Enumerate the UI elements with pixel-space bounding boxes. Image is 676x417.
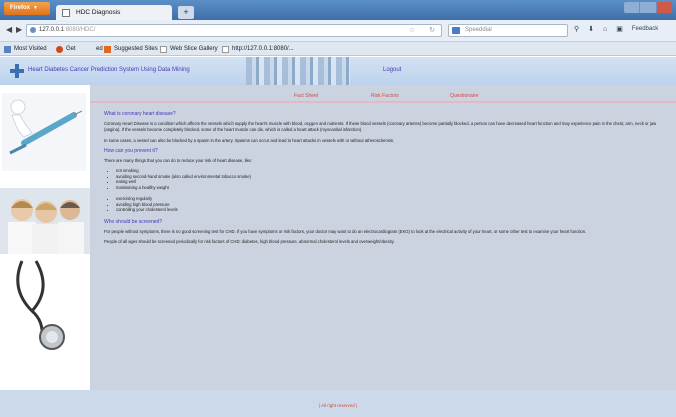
search-icon[interactable]: ⚲ <box>574 25 579 33</box>
window-controls <box>624 2 672 13</box>
content-nav: Fact Sheet Risk Factors Questionaire <box>90 89 676 101</box>
search-placeholder: Speeddial <box>465 27 492 33</box>
site-header: Heart Diabetes Cancer Prediction System … <box>0 57 676 85</box>
bookmark-icon <box>222 45 229 53</box>
toolbar-icons: ⚲ ⬇ ⌂ ▣ Feedback <box>574 25 658 34</box>
bookmark-partial[interactable]: ed <box>96 42 103 56</box>
paragraph: In some cases, a vessel can also be bloc… <box>104 137 395 143</box>
section-heading: What is coronary heart disease? <box>104 111 176 117</box>
stethoscope-image <box>2 259 86 351</box>
bookmark-icon <box>160 45 167 53</box>
nav-divider <box>90 101 676 103</box>
browser-titlebar: Firefox ▼ HDC Diagnosis + <box>0 0 676 20</box>
new-tab-button[interactable]: + <box>178 6 194 19</box>
doctor-syringe-image <box>2 93 86 171</box>
web-page: Heart Diabetes Cancer Prediction System … <box>0 57 676 417</box>
navigation-toolbar: ◀ ▶ 127.0.0.1:8080/HDC/ ☆ ↻ Speeddial ⚲ … <box>0 20 676 42</box>
site-identity-icon[interactable] <box>30 27 36 33</box>
bookmark-star-icon[interactable]: ☆ <box>409 25 415 36</box>
doctors-photo-image <box>0 188 90 254</box>
tab-title: HDC Diagnosis <box>76 9 121 16</box>
sidebar-images <box>0 85 90 390</box>
feedback-button[interactable]: Feedback <box>632 26 658 32</box>
search-engine-icon[interactable] <box>452 27 460 34</box>
firefox-menu-button[interactable]: Firefox ▼ <box>4 2 50 15</box>
url-host: 127.0.0.1 <box>39 27 65 33</box>
bookmark-suggested-sites[interactable]: Suggested Sites <box>104 42 158 56</box>
close-window-button[interactable] <box>656 2 672 13</box>
prevention-list: not smoking avoiding second-hand smoke (… <box>116 168 666 213</box>
bookmarks-toolbar: Most Visited Get ed Suggested Sites Web … <box>0 42 676 56</box>
bookmark-web-slice-gallery[interactable]: Web Slice Gallery <box>160 42 218 56</box>
paragraph: People of all ages should be screened pe… <box>104 239 395 245</box>
list-item: controlling your cholesterol levels <box>116 207 666 213</box>
bookmark-icon <box>104 45 111 53</box>
search-bar[interactable]: Speeddial <box>448 24 568 37</box>
download-icon[interactable]: ⬇ <box>588 25 594 33</box>
bookmark-icon <box>4 45 11 53</box>
header-banner-image <box>246 57 350 85</box>
menu-icon[interactable]: ▣ <box>616 25 623 33</box>
tab-risk-factors[interactable]: Risk Factors <box>371 93 399 99</box>
back-arrow-icon[interactable]: ◀ <box>6 25 12 34</box>
refresh-icon[interactable]: ↻ <box>429 25 435 36</box>
medical-cross-icon <box>10 64 24 78</box>
tab-questionaire[interactable]: Questionaire <box>450 93 478 99</box>
url-bar[interactable]: 127.0.0.1:8080/HDC/ ☆ ↻ <box>26 24 442 37</box>
main-content: Fact Sheet Risk Factors Questionaire Wha… <box>90 85 676 390</box>
bookmark-get[interactable]: Get <box>56 42 76 56</box>
paragraph: Coronary Heart Disease is a condition wh… <box>104 121 657 133</box>
chevron-down-icon: ▼ <box>33 5 38 11</box>
site-footer: | All right reserved | <box>0 390 676 417</box>
maximize-button[interactable] <box>640 2 657 13</box>
section-heading: Who should be screened? <box>104 218 163 225</box>
bookmark-most-visited[interactable]: Most Visited <box>4 42 47 56</box>
page-favicon-icon <box>62 9 70 17</box>
section-heading: How can you prevent it? <box>104 147 158 154</box>
forward-arrow-icon[interactable]: ▶ <box>16 25 22 34</box>
paragraph: There are many things that you can do to… <box>104 158 253 164</box>
minimize-button[interactable] <box>624 2 641 13</box>
bookmark-icon <box>56 45 63 53</box>
paragraph: For people without symptoms, there is no… <box>104 229 587 235</box>
logout-link[interactable]: Logout <box>383 67 401 73</box>
url-path: :8080/HDC/ <box>64 27 96 33</box>
bookmark-local-link[interactable]: http://127.0.0.1:8080/... <box>222 42 294 56</box>
tab-fact-sheet[interactable]: Fact Sheet <box>294 93 318 99</box>
browser-tab[interactable]: HDC Diagnosis <box>56 5 172 20</box>
site-title: Heart Diabetes Cancer Prediction System … <box>28 67 190 73</box>
copyright-text: | All right reserved | <box>318 403 358 408</box>
home-icon[interactable]: ⌂ <box>603 26 607 33</box>
article-body: What is coronary heart disease? Coronary… <box>104 111 666 250</box>
